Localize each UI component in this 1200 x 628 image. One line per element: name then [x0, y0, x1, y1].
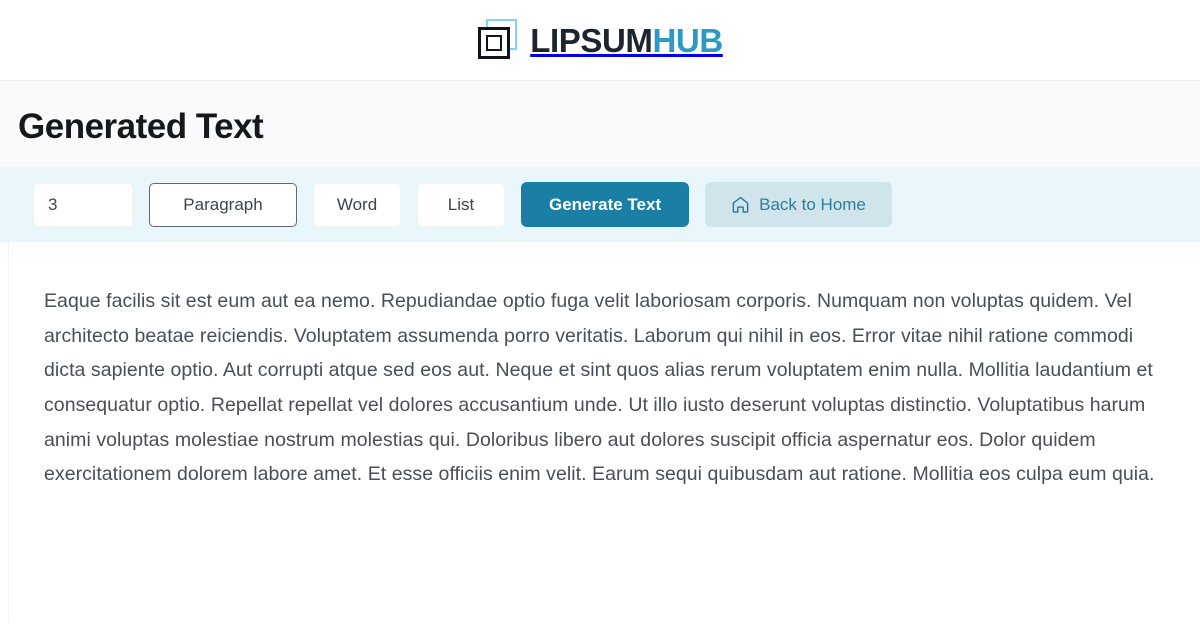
- type-option-list[interactable]: List: [417, 182, 505, 227]
- page-title: Generated Text: [18, 107, 264, 146]
- brand-wordmark: LIPSUMHUB: [530, 24, 723, 57]
- generate-text-button[interactable]: Generate Text: [521, 182, 690, 228]
- home-icon: [731, 195, 750, 214]
- generated-text-card: Eaque facilis sit est eum aut ea nemo. R…: [8, 242, 1200, 623]
- back-to-home-label: Back to Home: [759, 194, 866, 214]
- top-navbar: LIPSUMHUB: [0, 0, 1200, 81]
- type-option-paragraph[interactable]: Paragraph: [149, 182, 297, 227]
- generator-toolbar: Paragraph Word List Generate Text Back t…: [33, 182, 1200, 228]
- type-option-word[interactable]: Word: [313, 182, 401, 227]
- nested-squares-logo-icon: [477, 19, 521, 61]
- brand-name-primary: LIPSUM: [530, 21, 653, 59]
- brand-name-accent: HUB: [652, 21, 723, 59]
- page-heading-band: Generated Text: [0, 81, 1200, 168]
- generated-text-paragraph: Eaque facilis sit est eum aut ea nemo. R…: [44, 290, 1155, 486]
- count-input[interactable]: [33, 182, 133, 227]
- back-to-home-button[interactable]: Back to Home: [705, 182, 892, 228]
- toolbar-band: Paragraph Word List Generate Text Back t…: [0, 167, 1200, 243]
- content-wrapper: Eaque facilis sit est eum aut ea nemo. R…: [0, 242, 1200, 623]
- brand-logo-link[interactable]: LIPSUMHUB: [477, 19, 723, 61]
